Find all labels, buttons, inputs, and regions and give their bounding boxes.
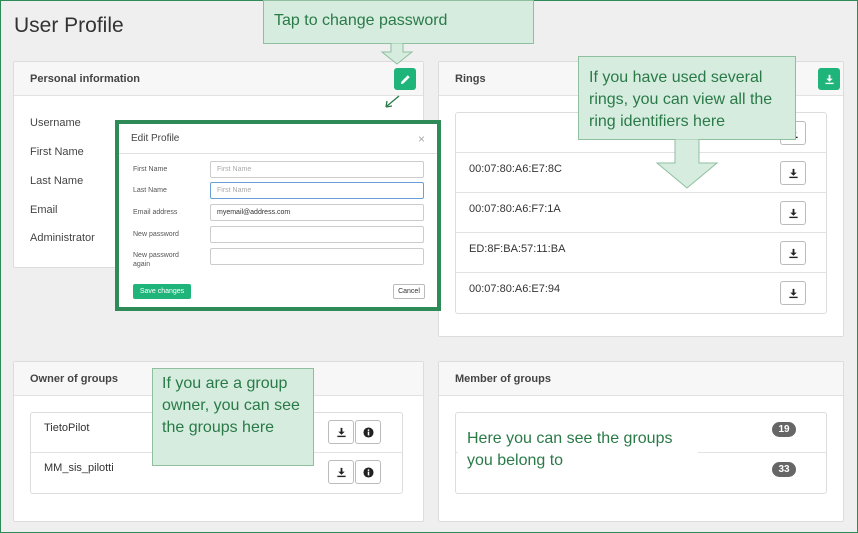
personal-info-title: Personal information: [30, 72, 141, 85]
download-icon: [336, 427, 346, 437]
edit-profile-modal: Edit Profile × First Name First Name Las…: [115, 120, 441, 311]
ring-id: 00:07:80:A6:E7:94: [469, 283, 561, 295]
modal-label-new-password-again: New password again: [133, 252, 179, 268]
modal-label-first-name: First Name: [133, 166, 168, 173]
callout-owner-text: If you are a group owner, you can see th…: [162, 375, 300, 436]
ring-download-button[interactable]: [780, 281, 806, 305]
owner-groups-title: Owner of groups: [30, 372, 118, 385]
info-icon: [362, 466, 374, 478]
edit-profile-button[interactable]: [394, 68, 416, 90]
rings-title: Rings: [455, 72, 486, 85]
cancel-button[interactable]: Cancel: [393, 284, 425, 299]
ring-download-button[interactable]: [780, 241, 806, 265]
ring-download-button[interactable]: [780, 161, 806, 185]
member-count-badge: 19: [772, 422, 796, 437]
group-download-button[interactable]: [328, 460, 354, 484]
pointer-arrow-icon: [385, 95, 400, 108]
group-info-button[interactable]: [355, 420, 381, 444]
modal-header: Edit Profile ×: [119, 124, 437, 154]
ring-row: 00:07:80:A6:E7:8C: [456, 153, 826, 193]
ring-id: ED:8F:BA:57:11:BA: [469, 243, 566, 255]
field-administrator: Administrator: [30, 232, 95, 244]
callout-rings-arrow-icon: [655, 139, 719, 189]
download-icon: [824, 74, 834, 84]
ring-id: 00:07:80:A6:F7:1A: [469, 203, 561, 215]
modal-title: Edit Profile: [131, 133, 180, 144]
personal-info-header: Personal information: [14, 62, 423, 96]
field-username: Username: [30, 117, 81, 129]
group-name: MM_sis_pilotti: [44, 462, 114, 474]
email-input[interactable]: myemail@address.com: [210, 204, 424, 221]
field-email: Email: [30, 204, 58, 216]
ring-row: ED:8F:BA:57:11:BA: [456, 233, 826, 273]
modal-label-last-name: Last Name: [133, 187, 167, 194]
download-icon: [788, 248, 798, 258]
ring-row: 00:07:80:A6:F7:1A: [456, 193, 826, 233]
member-groups-title: Member of groups: [455, 372, 551, 385]
close-icon[interactable]: ×: [418, 132, 425, 146]
ring-row: 00:07:80:A6:E7:94: [456, 273, 826, 313]
callout-member-text: Here you can see the groups you belong t…: [467, 430, 673, 469]
page-title: User Profile: [14, 14, 124, 37]
member-groups-header: Member of groups: [439, 362, 843, 396]
modal-label-new-password: New password: [133, 231, 179, 238]
ring-download-button[interactable]: [780, 201, 806, 225]
callout-password-text: Tap to change password: [274, 12, 448, 29]
callout-rings-text: If you have used several rings, you can …: [589, 69, 773, 130]
new-password-again-input[interactable]: [210, 248, 424, 265]
pencil-icon: [400, 74, 410, 84]
info-icon: [362, 426, 374, 438]
ring-list: 00:07:80:A6:E7:8C 00:07:80:A6:F7:1A ED:8…: [455, 112, 827, 314]
ring-id: 00:07:80:A6:E7:8C: [469, 163, 562, 175]
callout-down-arrow-icon: [380, 43, 414, 65]
save-changes-button[interactable]: Save changes: [133, 284, 191, 299]
modal-label-email: Email address: [133, 209, 178, 216]
download-icon: [788, 288, 798, 298]
field-last-name: Last Name: [30, 175, 84, 187]
download-icon: [336, 467, 346, 477]
callout-password: Tap to change password: [263, 0, 534, 44]
rings-download-button[interactable]: [818, 68, 840, 90]
callout-rings: If you have used several rings, you can …: [578, 56, 796, 140]
download-icon: [788, 208, 798, 218]
new-password-input[interactable]: [210, 226, 424, 243]
download-icon: [788, 168, 798, 178]
member-count-badge: 33: [772, 462, 796, 477]
group-name: TietoPilot: [44, 422, 90, 434]
group-info-button[interactable]: [355, 460, 381, 484]
group-download-button[interactable]: [328, 420, 354, 444]
last-name-input[interactable]: First Name: [210, 182, 424, 199]
callout-owner: If you are a group owner, you can see th…: [152, 368, 314, 466]
first-name-input[interactable]: First Name: [210, 161, 424, 178]
field-first-name: First Name: [30, 146, 84, 158]
callout-member: Here you can see the groups you belong t…: [458, 423, 698, 475]
